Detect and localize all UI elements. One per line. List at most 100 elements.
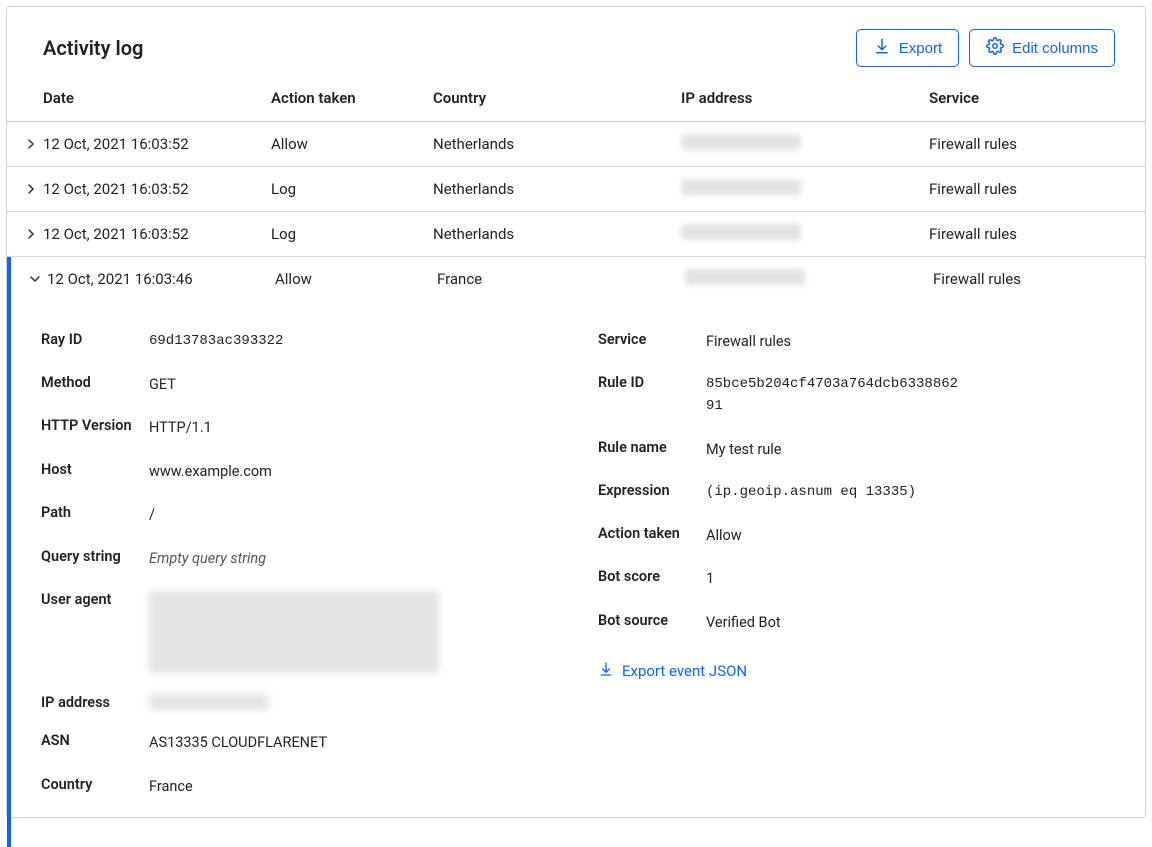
detail-label: Rule ID: [598, 374, 706, 391]
export-button[interactable]: Export: [856, 29, 959, 67]
gear-icon: [986, 37, 1004, 59]
panel-header: Activity log Export Edit columns: [7, 7, 1145, 89]
detail-rule-name: Rule nameMy test rule: [598, 439, 1115, 461]
detail-bot-source: Bot sourceVerified Bot: [598, 612, 1115, 634]
detail-value: AS13335 CLOUDFLARENET: [149, 732, 327, 754]
export-button-label: Export: [899, 40, 942, 57]
detail-value: Empty query string: [149, 548, 266, 570]
detail-country: CountryFrance: [41, 776, 558, 798]
cell-ip: [681, 134, 929, 154]
detail-value: 69d13783ac393322: [149, 331, 283, 353]
detail-label: Bot score: [598, 568, 706, 585]
details-right: ServiceFirewall rules Rule ID85bce5b204cf…: [598, 331, 1115, 819]
detail-rule-id: Rule ID85bce5b204cf4703a764dcb633886291: [598, 374, 1115, 417]
export-event-json-button[interactable]: Export event JSON: [598, 661, 747, 681]
row-expand-toggle[interactable]: [19, 181, 43, 197]
edit-columns-button[interactable]: Edit columns: [969, 29, 1115, 67]
header-country: Country: [433, 89, 681, 107]
detail-host: Hostwww.example.com: [41, 461, 558, 483]
cell-date: 12 Oct, 2021 16:03:46: [47, 270, 275, 288]
detail-value: www.example.com: [149, 461, 272, 483]
detail-user-agent: User agent: [41, 591, 558, 673]
table-header: Date Action taken Country IP address Ser…: [7, 89, 1145, 122]
cell-service: Firewall rules: [929, 225, 1115, 243]
export-event-json-label: Export event JSON: [622, 662, 747, 680]
detail-label: Service: [598, 331, 706, 348]
detail-label: Action taken: [598, 525, 706, 542]
detail-path: Path/: [41, 504, 558, 526]
cell-ip: [681, 224, 929, 244]
detail-value: 85bce5b204cf4703a764dcb633886291: [706, 374, 958, 417]
detail-label: Rule name: [598, 439, 706, 456]
cell-action: Log: [271, 225, 433, 243]
detail-value: France: [149, 776, 193, 798]
detail-value: HTTP/1.1: [149, 417, 212, 439]
detail-query: Query stringEmpty query string: [41, 548, 558, 570]
detail-value: /: [149, 504, 155, 526]
cell-country: Netherlands: [433, 135, 681, 153]
detail-label: ASN: [41, 732, 149, 749]
cell-action: Allow: [271, 135, 433, 153]
detail-label: Path: [41, 504, 149, 521]
details-left: Ray ID69d13783ac393322 MethodGET HTTP Vers…: [41, 331, 558, 819]
detail-value: Firewall rules: [706, 331, 791, 353]
row-details: Ray ID69d13783ac393322 MethodGET HTTP Vers…: [11, 301, 1145, 847]
page-title: Activity log: [43, 36, 143, 60]
table-row[interactable]: 12 Oct, 2021 16:03:52LogNetherlands Firew…: [7, 212, 1145, 257]
row-expand-toggle[interactable]: [23, 271, 47, 287]
edit-columns-label: Edit columns: [1012, 40, 1098, 57]
row-expand-toggle[interactable]: [19, 226, 43, 242]
detail-action: Action takenAllow: [598, 525, 1115, 547]
cell-country: France: [437, 270, 685, 288]
cell-service: Firewall rules: [929, 180, 1115, 198]
cell-date: 12 Oct, 2021 16:03:52: [43, 135, 271, 153]
detail-ray-id: Ray ID69d13783ac393322: [41, 331, 558, 353]
detail-label: Query string: [41, 548, 149, 565]
header-ip: IP address: [681, 89, 929, 107]
detail-service: ServiceFirewall rules: [598, 331, 1115, 353]
cell-service: Firewall rules: [929, 135, 1115, 153]
detail-ip-address: IP address: [41, 694, 558, 711]
cell-country: Netherlands: [433, 225, 681, 243]
header-service: Service: [929, 89, 1115, 107]
detail-value: GET: [149, 374, 176, 396]
detail-label: Ray ID: [41, 331, 149, 348]
activity-log-panel: Activity log Export Edit columns Date Ac…: [6, 6, 1146, 818]
cell-service: Firewall rules: [933, 270, 1115, 288]
cell-action: Allow: [275, 270, 437, 288]
table-body: 12 Oct, 2021 16:03:52AllowNetherlandsFir…: [7, 122, 1145, 847]
header-date: Date: [43, 89, 271, 107]
detail-value: Verified Bot: [706, 612, 781, 634]
detail-bot-score: Bot score1: [598, 568, 1115, 590]
detail-label: Bot source: [598, 612, 706, 629]
download-icon: [598, 661, 614, 681]
header-action: Action taken: [271, 89, 433, 107]
header-actions: Export Edit columns: [856, 29, 1115, 67]
detail-label: Country: [41, 776, 149, 793]
table-row[interactable]: 12 Oct, 2021 16:03:52AllowNetherlands Fir…: [7, 122, 1145, 167]
detail-method: MethodGET: [41, 374, 558, 396]
detail-label: IP address: [41, 694, 149, 711]
detail-asn: ASNAS13335 CLOUDFLARENET: [41, 732, 558, 754]
detail-value: Allow: [706, 525, 742, 547]
detail-label: User agent: [41, 591, 149, 608]
detail-value: My test rule: [706, 439, 782, 461]
cell-action: Log: [271, 180, 433, 198]
detail-value: (ip.geoip.asnum eq 13335): [706, 482, 916, 504]
table-row[interactable]: 12 Oct, 2021 16:03:46AllowFrance Firewall…: [11, 257, 1145, 301]
detail-expression: Expression(ip.geoip.asnum eq 13335): [598, 482, 1115, 504]
detail-http-version: HTTP VersionHTTP/1.1: [41, 417, 558, 439]
row-expand-toggle[interactable]: [19, 136, 43, 152]
cell-ip: [681, 179, 929, 199]
cell-date: 12 Oct, 2021 16:03:52: [43, 225, 271, 243]
detail-label: Host: [41, 461, 149, 478]
detail-value: 1: [706, 568, 714, 590]
cell-ip: [685, 269, 933, 289]
cell-country: Netherlands: [433, 180, 681, 198]
detail-label: HTTP Version: [41, 417, 149, 434]
cell-date: 12 Oct, 2021 16:03:52: [43, 180, 271, 198]
download-icon: [873, 37, 891, 59]
table-row[interactable]: 12 Oct, 2021 16:03:52LogNetherlands Firew…: [7, 167, 1145, 212]
detail-label: Method: [41, 374, 149, 391]
detail-label: Expression: [598, 482, 706, 499]
